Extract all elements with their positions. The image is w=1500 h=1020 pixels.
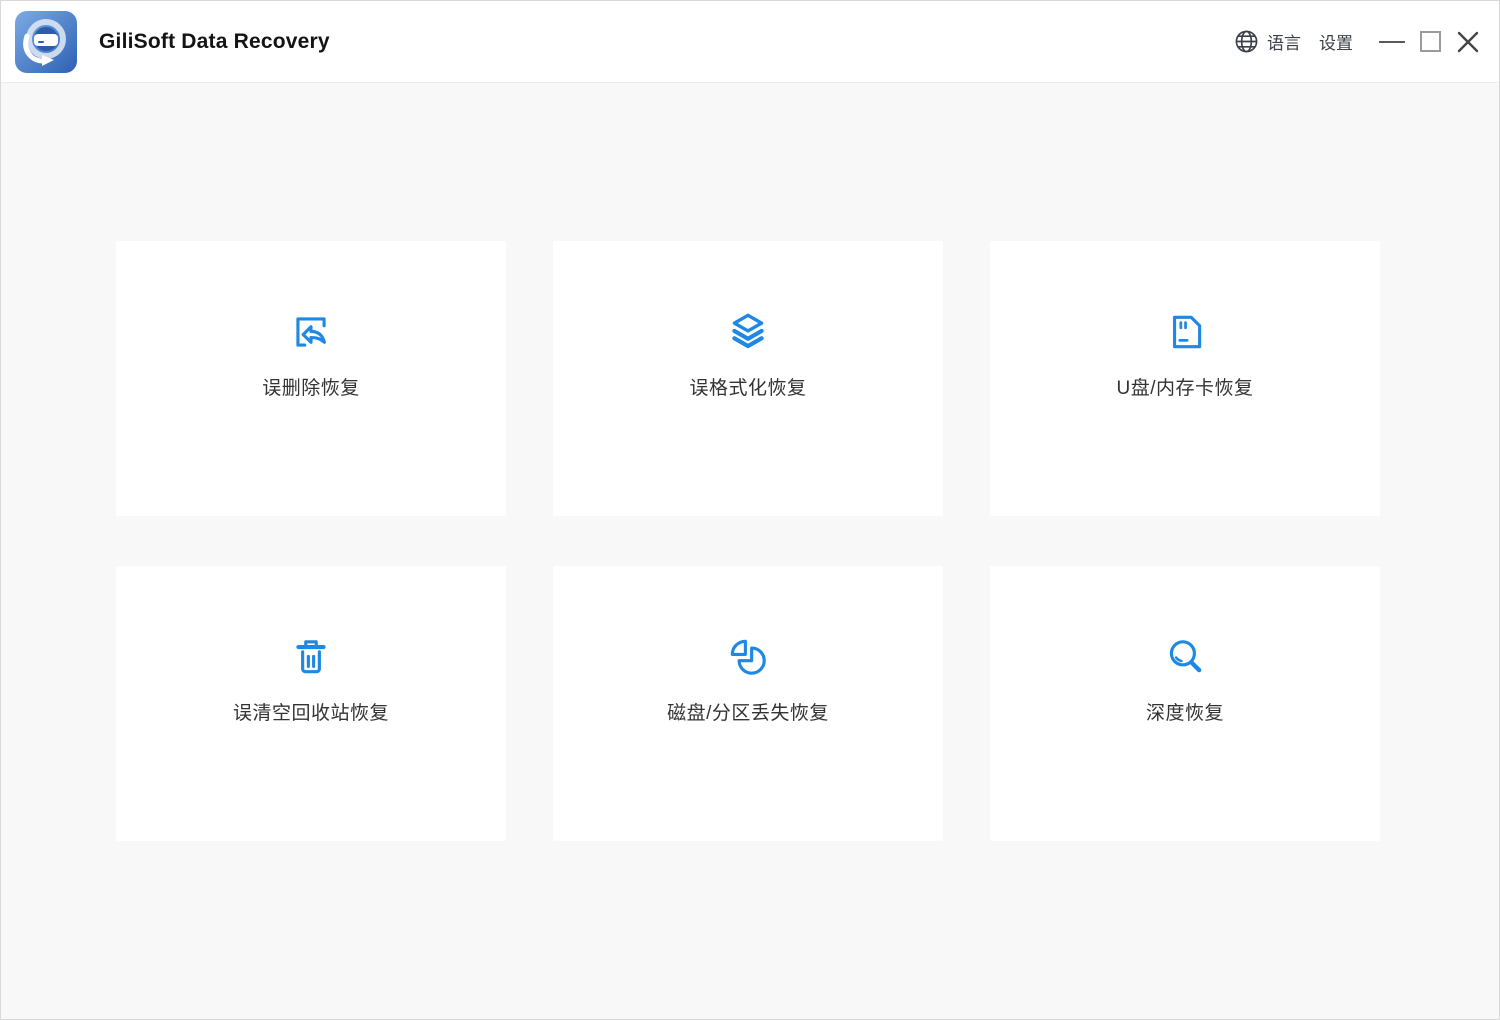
language-button[interactable]: 语言 [1267, 29, 1301, 54]
magnifier-icon [1162, 634, 1208, 680]
layers-icon [725, 309, 771, 355]
card-recyclebin-recovery[interactable]: 误清空回收站恢复 [116, 566, 506, 841]
card-label: 误删除恢复 [262, 373, 360, 400]
card-label: 磁盘/分区丢失恢复 [667, 698, 829, 725]
card-partition-recovery[interactable]: 磁盘/分区丢失恢复 [553, 566, 943, 841]
card-deep-recovery[interactable]: 深度恢复 [990, 566, 1380, 841]
pie-chart-icon [725, 634, 771, 680]
titlebar: GiliSoft Data Recovery 语言 设置 [1, 1, 1499, 83]
globe-icon[interactable] [1234, 29, 1259, 54]
app-logo-icon [15, 11, 77, 73]
card-label: U盘/内存卡恢复 [1116, 373, 1253, 400]
card-unformat-recovery[interactable]: 误格式化恢复 [553, 241, 943, 516]
card-usb-memorycard-recovery[interactable]: U盘/内存卡恢复 [990, 241, 1380, 516]
minimize-button[interactable] [1377, 25, 1407, 59]
restore-file-icon [288, 309, 334, 355]
card-label: 深度恢复 [1146, 698, 1224, 725]
close-icon [1456, 30, 1480, 54]
settings-button[interactable]: 设置 [1319, 29, 1353, 54]
close-button[interactable] [1453, 25, 1483, 59]
app-title: GiliSoft Data Recovery [99, 30, 330, 54]
maximize-button[interactable] [1415, 25, 1445, 59]
card-label: 误格式化恢复 [689, 373, 806, 400]
card-undelete-recovery[interactable]: 误删除恢复 [116, 241, 506, 516]
trash-icon [288, 634, 334, 680]
card-label: 误清空回收站恢复 [233, 698, 389, 725]
feature-card-grid: 误删除恢复 误格式化恢复 U盘/内存卡恢复 [116, 241, 1380, 841]
minimize-icon [1379, 41, 1405, 43]
app-window: { "app": { "title": "GiliSoft Data Recov… [0, 0, 1500, 1020]
maximize-icon [1420, 31, 1441, 52]
sd-card-icon [1162, 309, 1208, 355]
titlebar-controls: 语言 设置 [1234, 25, 1483, 59]
